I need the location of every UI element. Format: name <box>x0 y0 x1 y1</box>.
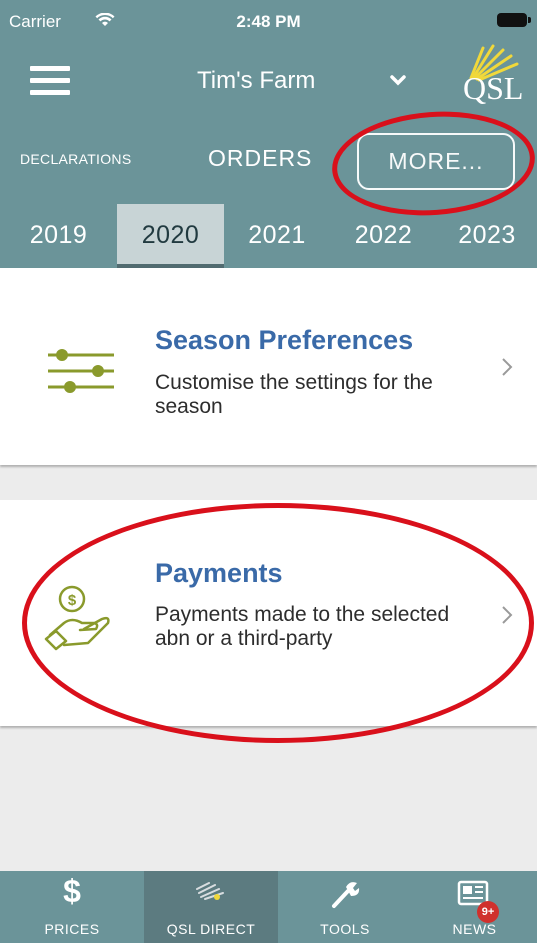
tab-qsl-direct[interactable]: QSL DIRECT <box>144 871 278 943</box>
payments-description: Payments made to the selected abn or a t… <box>155 603 450 650</box>
dollar-icon: $ <box>63 873 81 909</box>
tab-tools[interactable]: TOOLS <box>278 871 412 943</box>
year-tab-2020[interactable]: 2020 <box>117 204 224 268</box>
year-tab-2021[interactable]: 2021 <box>224 204 330 268</box>
chevron-down-icon[interactable] <box>388 70 408 90</box>
season-preferences-title: Season Preferences <box>155 325 414 355</box>
chevron-right-icon <box>502 606 513 624</box>
qsl-logo: QSL <box>455 42 527 106</box>
news-badge: 9+ <box>477 901 499 923</box>
status-bar: Carrier 2:48 PM <box>0 0 537 36</box>
tab-more[interactable]: MORE... <box>357 133 515 190</box>
year-tab-2019[interactable]: 2019 <box>0 204 117 268</box>
tab-orders[interactable]: ORDERS <box>208 145 312 172</box>
logo-text: QSL <box>463 70 524 106</box>
tab-qsl-direct-label: QSL DIRECT <box>166 921 256 937</box>
svg-text:$: $ <box>68 592 77 609</box>
tab-news[interactable]: NEWS <box>412 871 537 943</box>
year-tab-2022[interactable]: 2022 <box>330 204 437 268</box>
app-header: Carrier 2:48 PM Tim's Farm QSL DECLARATI… <box>0 0 537 268</box>
wrench-icon <box>332 882 360 908</box>
payments-card[interactable]: $ Payments Payments made to the selected… <box>0 500 537 726</box>
qsl-direct-icon <box>196 882 224 900</box>
payments-title: Payments <box>155 558 283 588</box>
tab-declarations[interactable]: DECLARATIONS <box>20 151 131 167</box>
hamburger-menu-button[interactable] <box>30 66 70 96</box>
year-tab-2023[interactable]: 2023 <box>437 204 537 268</box>
battery-icon <box>497 13 531 27</box>
season-preferences-card[interactable]: Season Preferences Customise the setting… <box>0 268 537 465</box>
sliders-icon <box>48 349 114 393</box>
season-preferences-description: Customise the settings for the season <box>155 371 433 418</box>
farm-selector-label[interactable]: Tim's Farm <box>197 67 315 95</box>
section-nav: DECLARATIONS ORDERS MORE... <box>0 133 537 190</box>
year-tabs: 2019 2020 2021 2022 2023 <box>0 204 537 268</box>
tab-news-label: NEWS <box>452 921 497 937</box>
tab-prices[interactable]: $ PRICES <box>0 871 144 943</box>
chevron-right-icon <box>502 358 513 376</box>
tab-tools-label: TOOLS <box>320 921 370 937</box>
tab-prices-label: PRICES <box>44 921 100 937</box>
status-time: 2:48 PM <box>236 12 301 31</box>
bottom-tab-bar: $ PRICES QSL DIRECT TOOLS NEWS <box>0 871 537 943</box>
hand-coin-icon: $ <box>44 585 110 651</box>
